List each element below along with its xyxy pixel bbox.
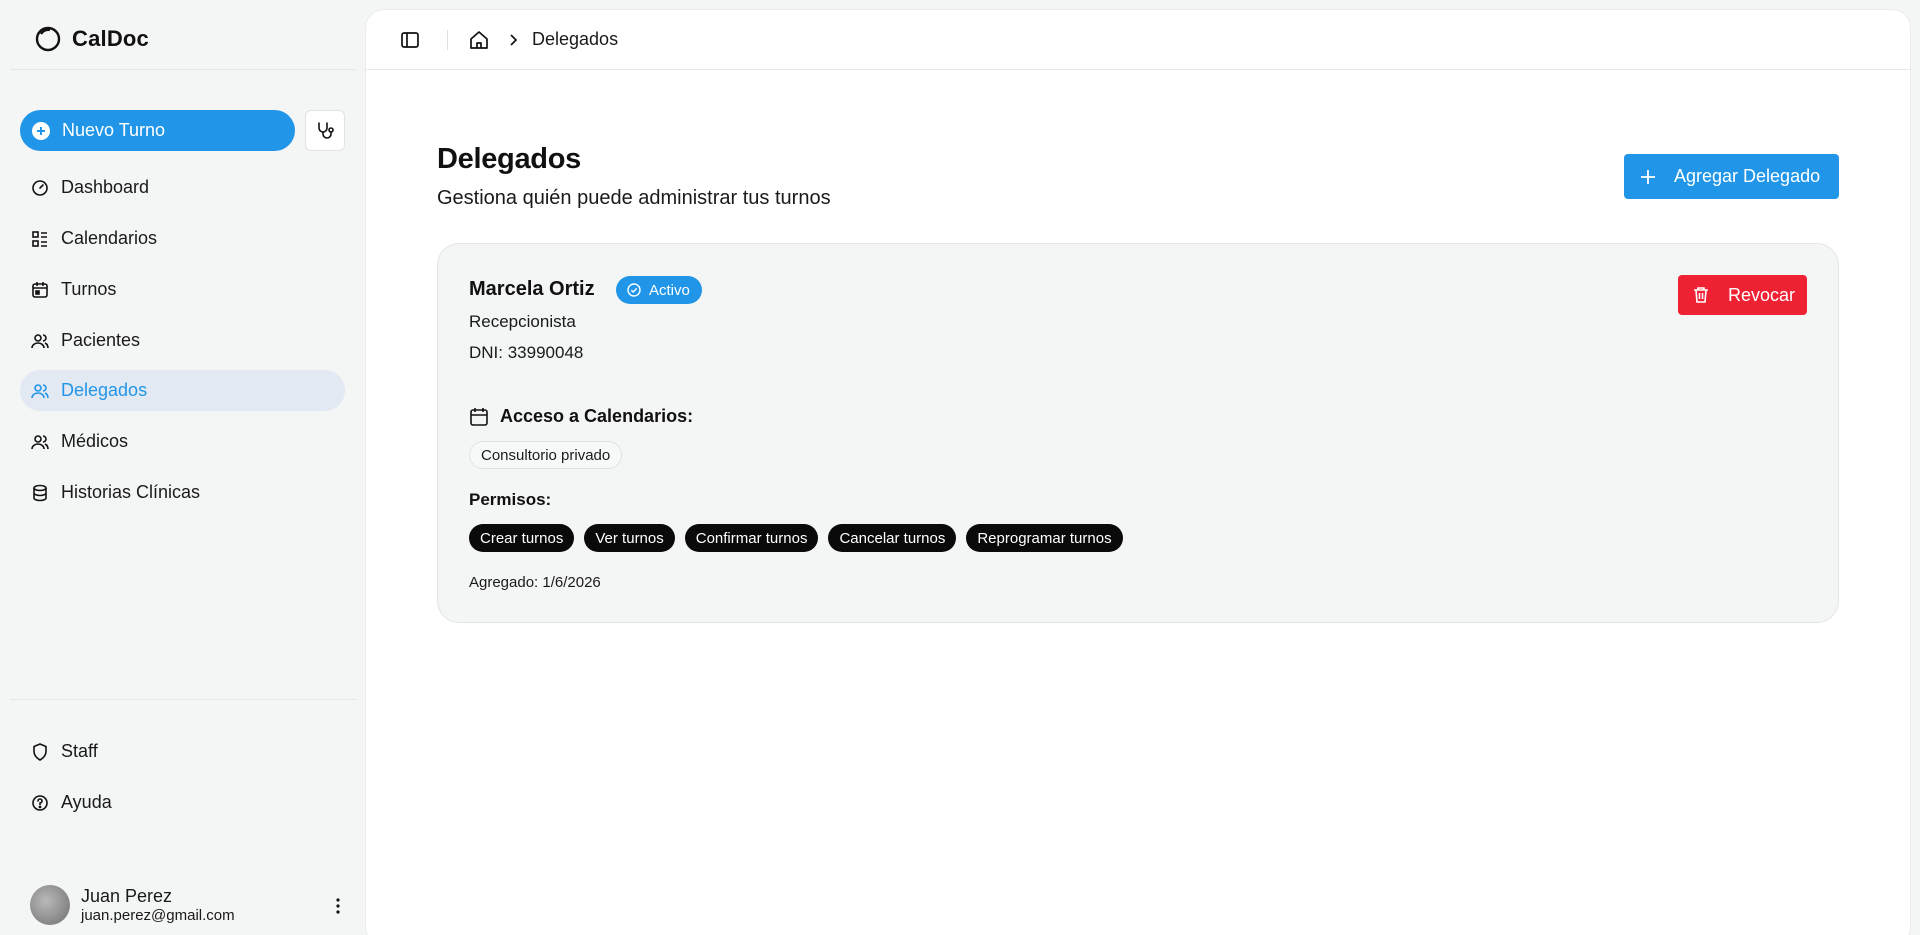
calendar-access-title: Acceso a Calendarios: xyxy=(500,406,694,426)
delegate-role: Recepcionista xyxy=(469,312,576,331)
sidebar-item-label: Staff xyxy=(61,741,98,761)
add-delegate-label: Agregar Delegado xyxy=(1674,166,1821,186)
calendar-icon xyxy=(32,281,48,298)
brand[interactable]: CalDoc xyxy=(34,24,149,54)
stethoscope-button[interactable] xyxy=(305,110,345,151)
calendar-access-heading: Acceso a Calendarios: xyxy=(469,406,693,427)
user-profile[interactable]: Juan Perez juan.perez@gmail.com xyxy=(30,884,350,926)
shield-icon xyxy=(33,742,47,761)
new-appointment-button[interactable]: Nuevo Turno xyxy=(20,110,295,151)
sidebar-item-staff[interactable]: Staff xyxy=(20,731,345,772)
added-date: Agregado: 1/6/2026 xyxy=(469,574,601,591)
plus-icon xyxy=(1641,169,1655,184)
database-icon xyxy=(33,484,47,501)
sidebar-toggle-icon[interactable] xyxy=(398,28,422,52)
user-email: juan.perez@gmail.com xyxy=(81,906,235,924)
permissions-list: Crear turnos Ver turnos Confirmar turnos… xyxy=(469,524,1123,552)
sidebar-item-label: Historias Clínicas xyxy=(61,482,201,502)
sidebar-item-label: Delegados xyxy=(61,380,148,400)
status-label: Activo xyxy=(649,281,690,299)
topbar: Delegados xyxy=(366,10,1910,70)
sidebar-item-label: Calendarios xyxy=(61,228,158,248)
trash-icon xyxy=(1694,287,1708,303)
calendar-chip: Consultorio privado xyxy=(469,441,623,469)
sidebar-item-delegados[interactable]: Delegados xyxy=(20,370,345,411)
logo-icon xyxy=(35,26,61,52)
avatar xyxy=(30,885,70,925)
chevron-right-icon xyxy=(510,34,518,46)
permission-chip: Confirmar turnos xyxy=(684,524,819,552)
divider xyxy=(10,69,356,70)
calendar-list-icon xyxy=(32,230,47,247)
users-icon xyxy=(31,434,49,449)
help-circle-icon xyxy=(32,794,48,811)
sidebar-item-label: Turnos xyxy=(61,279,117,299)
delegate-name: Marcela Ortiz xyxy=(469,278,595,300)
plus-circle-icon xyxy=(32,121,50,140)
app-name: CalDoc xyxy=(72,26,149,51)
permission-chip: Crear turnos xyxy=(469,524,575,552)
sidebar-item-historias-clinicas[interactable]: Historias Clínicas xyxy=(20,472,345,513)
page-title: Delegados xyxy=(437,143,581,175)
permission-chip: Cancelar turnos xyxy=(828,524,957,552)
more-vertical-icon[interactable] xyxy=(326,894,350,918)
delegate-card: Marcela Ortiz Activo Recepcionista DNI: … xyxy=(437,243,1839,623)
permission-chip: Ver turnos xyxy=(584,524,675,552)
delegate-dni: DNI: 33990048 xyxy=(469,343,584,362)
page-subtitle: Gestiona quién puede administrar tus tur… xyxy=(437,187,831,209)
home-icon[interactable] xyxy=(468,29,490,51)
sidebar-item-calendarios[interactable]: Calendarios xyxy=(20,218,345,259)
revoke-label: Revocar xyxy=(1728,284,1796,305)
sidebar-item-label: Ayuda xyxy=(61,792,112,812)
sidebar-item-label: Médicos xyxy=(61,431,129,451)
revoke-button[interactable]: Revocar xyxy=(1678,275,1807,315)
sidebar-item-label: Pacientes xyxy=(61,330,141,350)
divider xyxy=(10,699,356,700)
check-circle-icon xyxy=(627,283,641,297)
new-appointment-label: Nuevo Turno xyxy=(62,120,166,140)
permission-chip: Reprogramar turnos xyxy=(966,524,1123,552)
user-name: Juan Perez xyxy=(81,886,173,907)
sidebar-item-label: Dashboard xyxy=(61,177,150,197)
stethoscope-icon xyxy=(318,121,334,139)
divider xyxy=(447,30,448,50)
sidebar-item-medicos[interactable]: Médicos xyxy=(20,421,345,462)
add-delegate-button[interactable]: Agregar Delegado xyxy=(1624,154,1839,199)
breadcrumb-current: Delegados xyxy=(532,29,619,49)
sidebar-item-pacientes[interactable]: Pacientes xyxy=(20,320,345,361)
calendar-icon xyxy=(470,407,488,426)
sidebar-item-turnos[interactable]: Turnos xyxy=(20,269,345,310)
sidebar-item-dashboard[interactable]: Dashboard xyxy=(20,167,345,208)
users-icon xyxy=(31,333,49,348)
sidebar-item-ayuda[interactable]: Ayuda xyxy=(20,782,345,823)
users-icon xyxy=(31,383,49,398)
permissions-title: Permisos: xyxy=(469,490,552,509)
status-badge: Activo xyxy=(616,276,702,304)
main-panel: Delegados Delegados Gestiona quién puede… xyxy=(366,10,1910,935)
gauge-icon xyxy=(32,179,48,196)
sidebar: CalDoc Nuevo Turno Dashboard Calendarios… xyxy=(0,0,366,935)
